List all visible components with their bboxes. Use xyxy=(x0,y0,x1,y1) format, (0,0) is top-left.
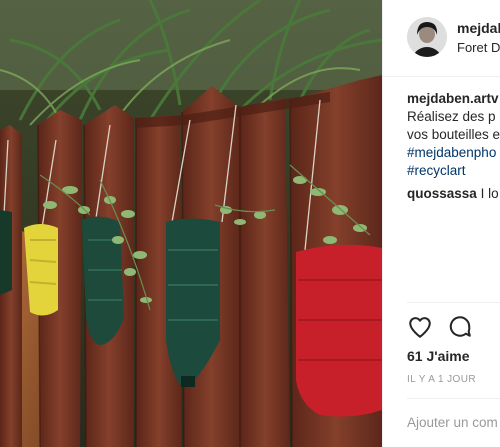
divider xyxy=(407,398,500,399)
post-username[interactable]: mejdal xyxy=(457,20,500,36)
avatar[interactable] xyxy=(407,17,447,57)
post-location[interactable]: Foret D xyxy=(457,40,500,55)
caption-username[interactable]: mejdaben.artv xyxy=(407,91,499,106)
divider xyxy=(407,302,500,303)
avatar-image xyxy=(407,17,447,57)
add-comment-input[interactable] xyxy=(407,412,500,432)
likes-count[interactable]: 61 J'aime xyxy=(407,348,470,364)
caption-line: vos bouteilles e xyxy=(407,127,500,142)
like-button[interactable] xyxy=(407,314,435,342)
post-header: mejdal Foret D xyxy=(383,0,500,77)
comment-icon xyxy=(449,316,471,337)
heart-icon xyxy=(409,317,431,338)
post-details-panel: mejdal Foret D mejdaben.artv Réalisez de… xyxy=(382,0,500,447)
hashtag-link[interactable]: #mejdabenpho xyxy=(407,144,500,162)
caption: mejdaben.artv Réalisez des p vos bouteil… xyxy=(407,90,500,180)
hashtag-link[interactable]: #recyclart xyxy=(407,162,500,180)
post-photo[interactable] xyxy=(0,0,382,447)
comment-item: quossassa I lo xyxy=(407,186,499,201)
photo-image xyxy=(0,0,382,447)
comment-username[interactable]: quossassa xyxy=(407,186,477,201)
comment-text: I lo xyxy=(480,186,499,201)
caption-line: Réalisez des p xyxy=(407,109,496,124)
comment-button[interactable] xyxy=(447,314,475,342)
post-timestamp[interactable]: IL Y A 1 JOUR xyxy=(407,374,476,385)
